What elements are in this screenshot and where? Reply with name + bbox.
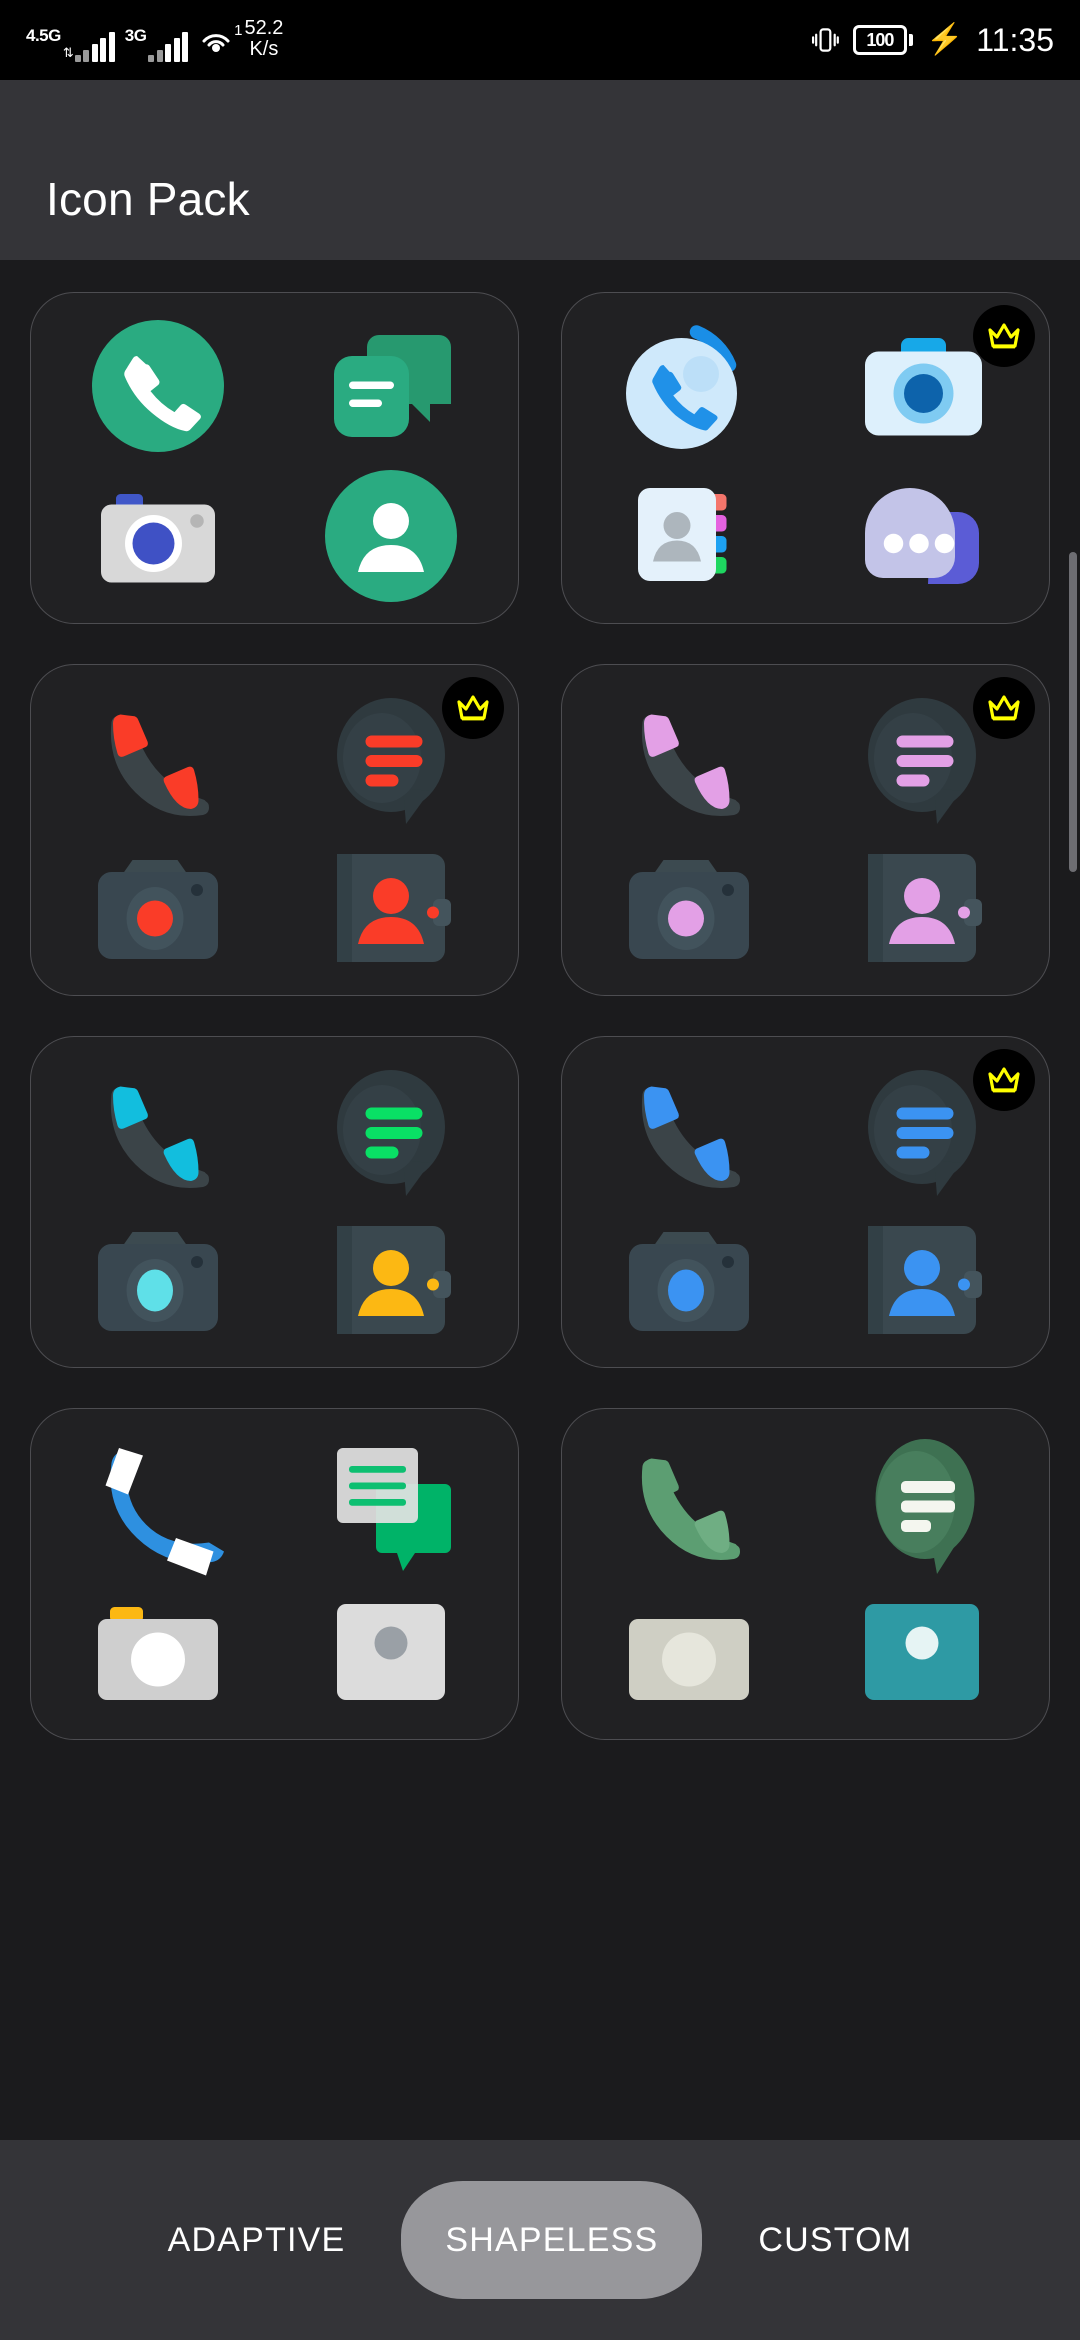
icon-pack-list[interactable] <box>0 260 1080 2140</box>
status-bar: 4.5G ⇅ 3G 1 52.2 K/s 100 ⚡ 11:35 <box>0 0 1080 80</box>
battery-icon: 100 <box>852 25 913 55</box>
messages-icon <box>316 1055 466 1205</box>
status-bar-left: 4.5G ⇅ 3G 1 52.2 K/s <box>26 18 283 62</box>
tab-adaptive[interactable]: ADAPTIVE <box>138 2181 376 2299</box>
tab-shapeless[interactable]: SHAPELESS <box>401 2181 703 2299</box>
signal-bars-icon <box>74 32 115 62</box>
signal-secondary-group: 3G <box>125 27 189 62</box>
camera-icon <box>614 1577 764 1727</box>
tab-custom[interactable]: CUSTOM <box>728 2181 942 2299</box>
scrollbar[interactable] <box>1069 552 1077 872</box>
page-title: Icon Pack <box>46 173 250 225</box>
crown-icon <box>988 1067 1020 1093</box>
contacts-icon <box>316 461 466 611</box>
network-speed-unit: K/s <box>249 38 279 60</box>
messages-icon <box>847 1427 997 1577</box>
contacts-icon <box>614 461 764 611</box>
premium-crown-badge <box>973 677 1035 739</box>
camera-icon <box>83 833 233 983</box>
phone-icon <box>614 311 764 461</box>
messages-icon <box>316 1427 466 1577</box>
hotspot-icon: 1 <box>198 22 242 60</box>
icon-pack-grid <box>0 260 1080 1740</box>
premium-crown-badge <box>442 677 504 739</box>
icon-pack-card[interactable] <box>561 1036 1050 1368</box>
crown-icon <box>457 695 489 721</box>
status-bar-right: 100 ⚡ 11:35 <box>810 22 1054 59</box>
contacts-icon <box>316 833 466 983</box>
camera-icon <box>83 1577 233 1727</box>
icon-pack-card[interactable] <box>561 292 1050 624</box>
data-arrows-icon: ⇅ <box>62 45 74 60</box>
camera-icon <box>614 833 764 983</box>
phone-icon <box>83 311 233 461</box>
phone-icon <box>614 1055 764 1205</box>
icon-pack-card[interactable] <box>30 1408 519 1740</box>
phone-icon <box>614 1427 764 1577</box>
signal-bars-secondary-icon <box>148 32 189 62</box>
network-speed-value: 52.2 <box>244 17 284 39</box>
messages-icon <box>847 461 997 611</box>
icon-pack-card[interactable] <box>30 292 519 624</box>
contacts-icon <box>847 1577 997 1727</box>
icon-pack-card[interactable] <box>30 664 519 996</box>
icon-pack-card[interactable] <box>30 1036 519 1368</box>
phone-icon <box>83 1427 233 1577</box>
bottom-tab-bar: ADAPTIVE SHAPELESS CUSTOM <box>0 2140 1080 2340</box>
crown-icon <box>988 695 1020 721</box>
camera-icon <box>83 1205 233 1355</box>
network-type-secondary: 3G <box>124 26 147 45</box>
app-bar: Icon Pack <box>0 80 1080 260</box>
premium-crown-badge <box>973 1049 1035 1111</box>
contacts-icon <box>847 1205 997 1355</box>
contacts-icon <box>316 1205 466 1355</box>
icon-pack-card[interactable] <box>561 664 1050 996</box>
hotspot-badge: 1 <box>234 22 243 39</box>
vibrate-icon <box>810 25 840 55</box>
phone-icon <box>83 1055 233 1205</box>
contacts-icon <box>847 833 997 983</box>
charging-bolt-icon: ⚡ <box>925 23 964 56</box>
clock: 11:35 <box>976 21 1054 58</box>
phone-icon <box>614 683 764 833</box>
messages-icon <box>316 311 466 461</box>
camera-icon <box>614 1205 764 1355</box>
premium-crown-badge <box>973 305 1035 367</box>
contacts-icon <box>316 1577 466 1727</box>
phone-icon <box>83 683 233 833</box>
icon-pack-card[interactable] <box>561 1408 1050 1740</box>
crown-icon <box>988 323 1020 349</box>
signal-primary-group: 4.5G ⇅ <box>26 27 115 62</box>
battery-level: 100 <box>866 29 894 50</box>
network-type-primary: 4.5G <box>26 26 61 45</box>
camera-icon <box>83 461 233 611</box>
